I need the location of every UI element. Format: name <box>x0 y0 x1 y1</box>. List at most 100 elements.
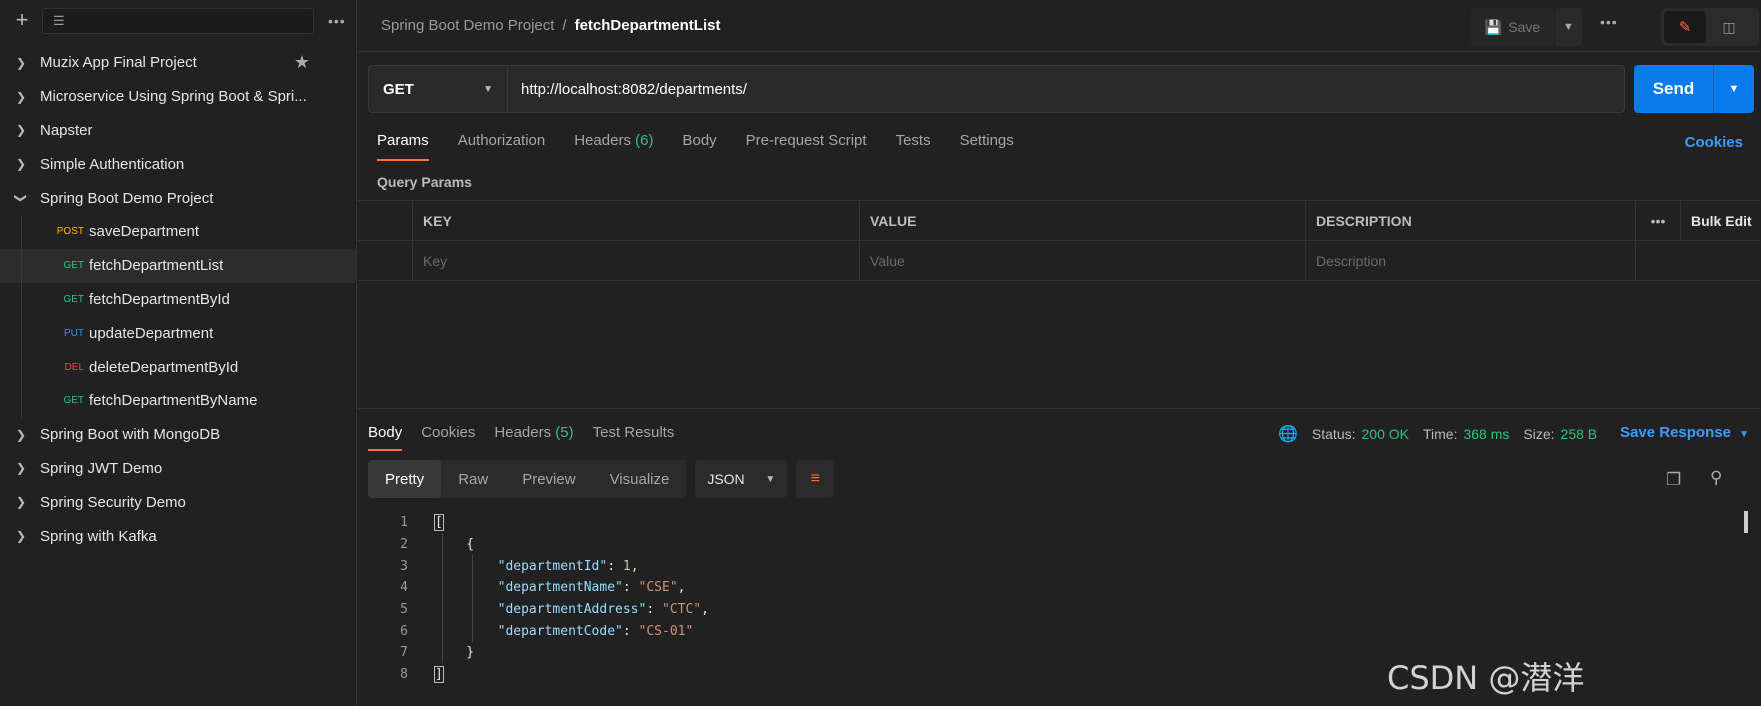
size-label: Size: <box>1523 426 1555 442</box>
chevron-right-icon[interactable]: ❯ <box>10 495 32 509</box>
send-dropdown-chevron-icon[interactable]: ▼ <box>1714 65 1754 113</box>
code-text: { <box>435 537 475 553</box>
chevron-right-icon[interactable]: ❯ <box>10 90 32 104</box>
key-input[interactable]: Key <box>413 241 860 280</box>
tab-pre-request-script[interactable]: Pre-request Script <box>746 132 867 161</box>
chevron-down-icon[interactable]: ❯ <box>14 187 28 209</box>
request-label: saveDepartment <box>89 223 200 241</box>
cookies-link[interactable]: Cookies <box>1685 134 1743 151</box>
tab-body[interactable]: Body <box>682 132 716 161</box>
code-line: 2 { <box>358 534 1761 556</box>
request-item[interactable]: PUT updateDepartment <box>0 316 356 351</box>
sidebar-toolbar: + ☰ ••• <box>0 0 356 42</box>
save-button[interactable]: 💾 Save <box>1471 8 1554 46</box>
status-value[interactable]: 200 OK <box>1362 426 1409 442</box>
line-number: 6 <box>400 623 408 639</box>
wrap-lines-icon[interactable]: ≡ <box>796 460 835 498</box>
column-value: VALUE <box>860 201 1306 240</box>
url-input[interactable]: http://localhost:8082/departments/ <box>508 65 1625 113</box>
new-collection-plus-icon[interactable]: + <box>10 9 34 33</box>
value-input[interactable]: Value <box>860 241 1306 280</box>
table-more-icon[interactable]: ••• <box>1636 201 1681 240</box>
collection-item-expanded[interactable]: ❯ Spring Boot Demo Project <box>0 181 356 215</box>
breadcrumb-separator: / <box>562 17 567 34</box>
tab-authorization[interactable]: Authorization <box>458 132 546 161</box>
checkbox-column <box>358 201 413 240</box>
tab-response-body[interactable]: Body <box>368 424 403 451</box>
search-icon[interactable]: ⚲ <box>1710 468 1722 488</box>
format-preview[interactable]: Preview <box>505 460 592 498</box>
request-item[interactable]: POST saveDepartment <box>0 214 356 249</box>
column-description: DESCRIPTION <box>1306 201 1636 240</box>
tab-headers[interactable]: Headers (6) <box>574 132 653 161</box>
format-pretty[interactable]: Pretty <box>368 460 442 498</box>
sidebar-more-icon[interactable]: ••• <box>328 13 346 29</box>
collection-item[interactable]: ❯ Simple Authentication <box>0 147 356 181</box>
json-key: "departmentCode" <box>497 623 623 639</box>
collection-label: Spring with Kafka <box>40 527 157 545</box>
format-tabs: Pretty Raw Preview Visualize <box>368 460 687 498</box>
collection-item[interactable]: ❯ Spring Security Demo <box>0 485 356 519</box>
size-value[interactable]: 258 B <box>1561 426 1598 442</box>
save-icon: 💾 <box>1484 18 1503 35</box>
collection-item[interactable]: ❯ Microservice Using Spring Boot & Spri.… <box>0 80 356 114</box>
tab-params[interactable]: Params <box>377 132 429 161</box>
json-value: "CTC" <box>662 602 702 618</box>
breadcrumb-parent[interactable]: Spring Boot Demo Project <box>381 17 554 34</box>
chevron-right-icon[interactable]: ❯ <box>10 428 32 442</box>
tab-settings[interactable]: Settings <box>960 132 1014 161</box>
collection-label: Microservice Using Spring Boot & Spri... <box>40 88 307 106</box>
tab-response-cookies[interactable]: Cookies <box>421 424 475 451</box>
description-input[interactable]: Description <box>1306 241 1636 280</box>
collection-item[interactable]: ❯ Spring Boot with MongoDB <box>0 418 356 452</box>
collection-item[interactable]: ❯ Napster <box>0 114 356 148</box>
collection-label: Spring Boot Demo Project <box>40 189 214 207</box>
code-line: 3 "departmentId": 1, <box>358 555 1761 577</box>
scrollbar-thumb[interactable] <box>1744 511 1748 533</box>
breadcrumb-current[interactable]: fetchDepartmentList <box>575 17 721 34</box>
method-select[interactable]: GET ▼ <box>368 65 508 113</box>
chevron-right-icon[interactable]: ❯ <box>10 529 32 543</box>
time-value[interactable]: 368 ms <box>1463 426 1509 442</box>
bulk-edit-button[interactable]: Bulk Edit <box>1681 201 1761 240</box>
save-dropdown-chevron-icon[interactable]: ▼ <box>1555 8 1582 46</box>
request-item-active[interactable]: GET fetchDepartmentList <box>0 248 356 283</box>
tab-response-headers[interactable]: Headers (5) <box>494 424 573 451</box>
send-button[interactable]: Send <box>1634 65 1714 113</box>
chevron-right-icon[interactable]: ❯ <box>10 461 32 475</box>
star-icon[interactable]: ★ <box>294 52 310 73</box>
collection-item[interactable]: ❯ Muzix App Final Project ★ <box>0 46 356 80</box>
edit-pencil-icon[interactable]: ✎ <box>1664 11 1706 43</box>
query-params-title: Query Params <box>377 174 472 190</box>
save-response-button[interactable]: Save Response ▼ <box>1620 424 1749 441</box>
comment-icon[interactable]: ◫ <box>1708 11 1750 43</box>
chevron-right-icon[interactable]: ❯ <box>10 123 32 137</box>
request-item[interactable]: GET fetchDepartmentById <box>0 282 356 317</box>
save-label: Save <box>1508 19 1541 35</box>
format-visualize[interactable]: Visualize <box>593 460 687 498</box>
chevron-right-icon[interactable]: ❯ <box>10 56 32 70</box>
tab-test-results[interactable]: Test Results <box>593 424 675 451</box>
request-item[interactable]: GET fetchDepartmentByName <box>0 383 356 418</box>
request-header: Spring Boot Demo Project / fetchDepartme… <box>358 0 1761 52</box>
format-raw[interactable]: Raw <box>441 460 505 498</box>
filter-input[interactable]: ☰ <box>42 8 314 34</box>
headers-count: (6) <box>635 132 654 149</box>
more-options-icon[interactable]: ••• <box>1600 14 1618 30</box>
copy-icon[interactable]: ❐ <box>1666 470 1681 490</box>
language-select[interactable]: JSON ▼ <box>695 460 788 498</box>
line-number: 8 <box>400 667 408 683</box>
collection-item[interactable]: ❯ Spring with Kafka <box>0 519 356 553</box>
json-key: "departmentName" <box>497 580 623 596</box>
line-number: 5 <box>400 602 408 618</box>
method-badge: PUT <box>64 327 84 339</box>
chevron-right-icon[interactable]: ❯ <box>10 157 32 171</box>
json-value: 1 <box>622 558 631 574</box>
collection-label: Spring Security Demo <box>40 493 186 511</box>
request-item[interactable]: DEL deleteDepartmentById <box>0 350 356 384</box>
row-checkbox[interactable] <box>358 241 413 280</box>
collection-item[interactable]: ❯ Spring JWT Demo <box>0 452 356 486</box>
tab-tests[interactable]: Tests <box>896 132 931 161</box>
globe-icon[interactable]: 🌐 <box>1278 424 1298 444</box>
line-number: 7 <box>400 645 408 661</box>
